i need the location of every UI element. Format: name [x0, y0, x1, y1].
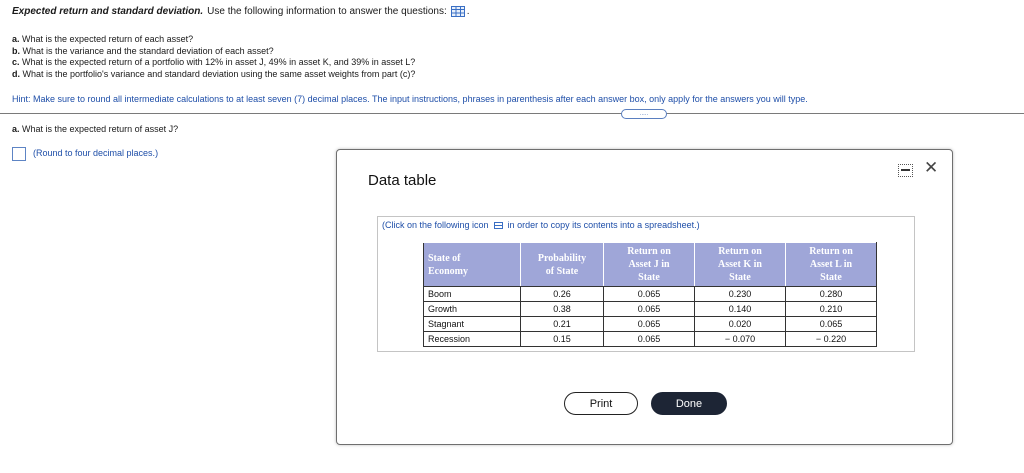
answer-input[interactable] [12, 147, 26, 161]
question-item: c. What is the expected return of a port… [12, 57, 416, 67]
current-question: a. What is the expected return of asset … [12, 124, 179, 134]
question-title-bold: Expected return and standard deviation. [12, 6, 204, 17]
close-icon[interactable]: ✕ [924, 159, 938, 176]
question-item: d. What is the portfolio's variance and … [12, 68, 416, 79]
table-row: Growth 0.38 0.065 0.140 0.210 [423, 301, 877, 317]
table-header-row: State of Economy Probability of State Retu… [423, 242, 877, 287]
table-grid-icon[interactable] [450, 6, 465, 17]
question-item: b. What is the variance and the standard… [12, 45, 274, 56]
column-header-state: State of Economy [423, 242, 521, 287]
hint-text: Hint: Make sure to round all intermediat… [12, 94, 808, 104]
column-header-asset-j: Return on Asset J in State [603, 242, 695, 287]
section-divider [0, 113, 1024, 114]
done-button[interactable]: Done [651, 392, 727, 415]
print-button[interactable]: Print [564, 392, 638, 415]
question-title-end: . [466, 6, 470, 17]
copy-spreadsheet-icon[interactable] [493, 221, 503, 229]
question-title-text: Use the following information to answer … [207, 6, 447, 17]
data-table-dialog: Data table ✕ (Click on the following ico… [336, 149, 953, 445]
table-row: Stagnant 0.21 0.065 0.020 0.065 [423, 316, 877, 332]
table-row: Boom 0.26 0.065 0.230 0.280 [423, 286, 877, 302]
dialog-title: Data table [368, 172, 437, 189]
question-item: a. What is the expected return of each a… [12, 34, 194, 44]
column-header-probability: Probability of State [520, 242, 604, 287]
table-row: Recession 0.15 0.065 − 0.070 − 0.220 [423, 331, 877, 347]
question-title: Expected return and standard deviation. … [12, 6, 470, 17]
column-header-asset-l: Return on Asset L in State [785, 242, 877, 287]
question-list: a. What is the expected return of each a… [12, 34, 415, 80]
minimize-icon[interactable] [898, 164, 913, 177]
data-panel: (Click on the following icon in order to… [377, 216, 915, 352]
data-table: State of Economy Probability of State Retu… [423, 242, 877, 347]
answer-note: (Round to four decimal places.) [33, 148, 159, 158]
copy-instructions: (Click on the following icon in order to… [382, 220, 700, 230]
column-header-asset-k: Return on Asset K in State [694, 242, 786, 287]
divider-handle[interactable]: ..... [621, 109, 667, 119]
